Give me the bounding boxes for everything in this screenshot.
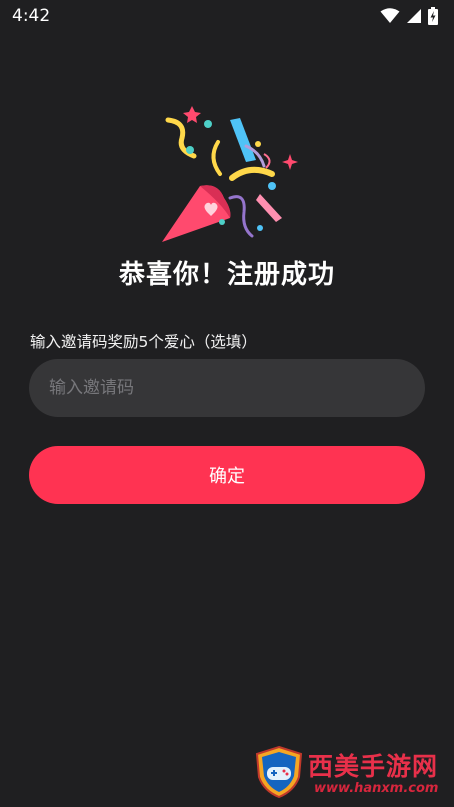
watermark: 西美手游网 www.hanxm.com [254, 743, 450, 803]
watermark-brand: 西美手游网 [308, 752, 439, 781]
status-bar: 4:42 [0, 0, 454, 32]
status-time: 4:42 [12, 6, 51, 26]
party-popper-icon [162, 106, 298, 242]
invite-code-label: 输入邀请码奖励5个爱心（选填） [30, 333, 257, 351]
wifi-icon [380, 8, 400, 23]
watermark-url: www.hanxm.com [314, 781, 439, 796]
invite-code-input[interactable] [29, 359, 425, 417]
status-icons [380, 7, 438, 25]
signal-icon [407, 9, 421, 23]
confirm-button[interactable]: 确定 [29, 446, 425, 504]
page-title: 恭喜你！注册成功 [118, 260, 335, 290]
battery-charging-icon [428, 7, 438, 25]
gamepad-shield-logo [255, 745, 303, 799]
